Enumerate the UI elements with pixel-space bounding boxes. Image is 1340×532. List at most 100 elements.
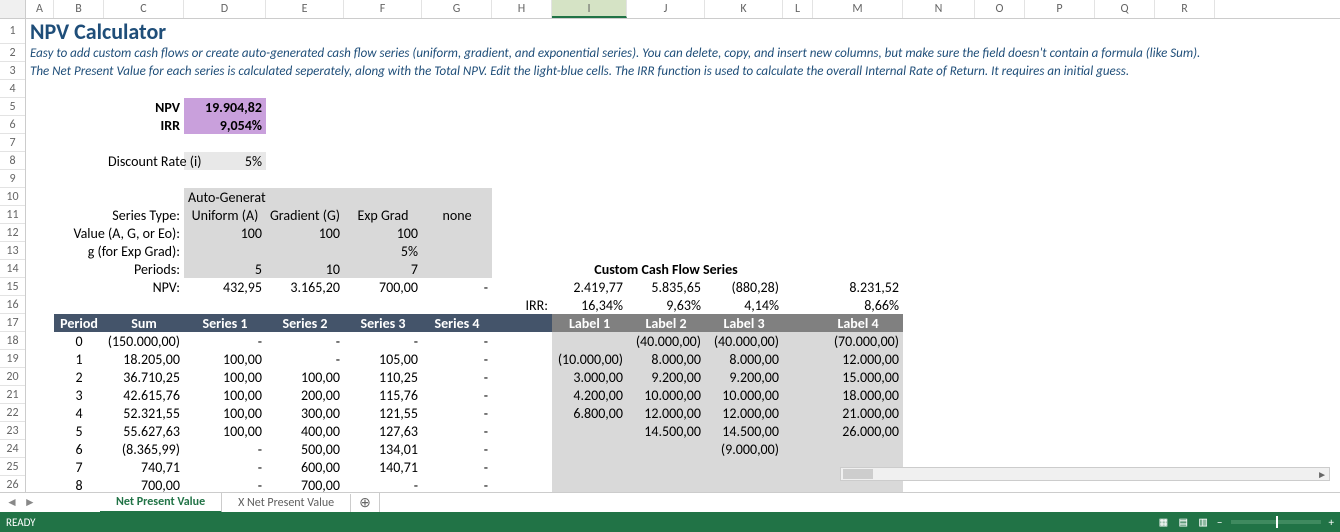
cell[interactable]	[1095, 206, 1155, 224]
cell[interactable]	[627, 80, 705, 98]
cell[interactable]	[903, 260, 975, 278]
cell[interactable]	[783, 476, 813, 493]
cell[interactable]	[903, 19, 975, 44]
cell[interactable]	[492, 134, 552, 152]
cell[interactable]	[492, 152, 552, 170]
cell[interactable]	[552, 44, 627, 62]
cell[interactable]	[783, 278, 813, 296]
cell[interactable]	[627, 458, 705, 476]
cell[interactable]	[705, 19, 783, 44]
cell[interactable]: 8.231,52	[813, 278, 903, 296]
cell[interactable]: 6.800,00	[552, 404, 627, 422]
cell[interactable]	[552, 152, 627, 170]
cell[interactable]	[903, 98, 975, 116]
cell[interactable]: 14.500,00	[705, 422, 783, 440]
cell[interactable]: 432,95	[184, 278, 266, 296]
cell[interactable]	[705, 458, 783, 476]
col-header[interactable]: O	[975, 0, 1025, 18]
cell[interactable]: 3.165,20	[266, 278, 344, 296]
cell[interactable]	[492, 422, 552, 440]
cell[interactable]	[783, 458, 813, 476]
cell[interactable]	[1025, 152, 1095, 170]
cell[interactable]	[1095, 422, 1155, 440]
cell[interactable]	[783, 332, 813, 350]
cell[interactable]: 10	[266, 260, 344, 278]
cell[interactable]: -	[184, 476, 266, 493]
cell[interactable]	[1025, 188, 1095, 206]
cell[interactable]: 100,00	[266, 368, 344, 386]
cell[interactable]	[54, 62, 104, 80]
cell[interactable]	[26, 458, 54, 476]
cell[interactable]	[26, 206, 54, 224]
cell[interactable]	[903, 278, 975, 296]
cell[interactable]	[104, 80, 184, 98]
cell[interactable]	[705, 188, 783, 206]
cell[interactable]	[26, 476, 54, 493]
cell[interactable]: 12.000,00	[627, 404, 705, 422]
cell[interactable]: 600,00	[266, 458, 344, 476]
col-header[interactable]: B	[54, 0, 104, 18]
cell[interactable]	[813, 44, 903, 62]
cell[interactable]: 21.000,00	[813, 404, 903, 422]
col-header[interactable]: C	[104, 0, 184, 18]
cell[interactable]	[903, 350, 975, 368]
zoom-in-button[interactable]: +	[1329, 516, 1334, 529]
cell[interactable]	[975, 206, 1025, 224]
cell[interactable]	[783, 404, 813, 422]
cell[interactable]	[184, 242, 266, 260]
cell[interactable]	[552, 458, 627, 476]
cell[interactable]: 6	[54, 440, 104, 458]
cell[interactable]: 400,00	[266, 422, 344, 440]
cell[interactable]	[1095, 62, 1155, 80]
cell[interactable]	[1095, 152, 1155, 170]
cell[interactable]	[627, 19, 705, 44]
cell[interactable]: Series 3	[344, 314, 422, 332]
cell[interactable]	[903, 134, 975, 152]
cell[interactable]	[26, 368, 54, 386]
scrollbar-thumb[interactable]	[843, 469, 873, 479]
cell[interactable]	[54, 19, 104, 44]
cell[interactable]: -	[344, 332, 422, 350]
cell[interactable]	[492, 170, 552, 188]
col-header[interactable]: E	[266, 0, 344, 18]
cell[interactable]	[1155, 368, 1215, 386]
cell[interactable]: (70.000,00)	[813, 332, 903, 350]
cell[interactable]: (880,28)	[705, 278, 783, 296]
cell[interactable]	[627, 206, 705, 224]
cell[interactable]: 121,55	[344, 404, 422, 422]
cell[interactable]: -	[422, 476, 492, 493]
cell[interactable]	[552, 332, 627, 350]
cell[interactable]: -	[422, 458, 492, 476]
cell[interactable]	[26, 152, 54, 170]
row-header[interactable]: 10	[0, 188, 25, 206]
cell[interactable]	[783, 80, 813, 98]
cell[interactable]	[975, 296, 1025, 314]
col-header[interactable]: A	[26, 0, 54, 18]
cell[interactable]	[266, 134, 344, 152]
cell[interactable]	[1155, 80, 1215, 98]
cell[interactable]	[783, 206, 813, 224]
cell[interactable]	[975, 80, 1025, 98]
cell[interactable]	[975, 332, 1025, 350]
cell[interactable]	[54, 278, 104, 296]
cell[interactable]	[552, 224, 627, 242]
cell[interactable]	[26, 116, 54, 134]
cell[interactable]	[1095, 224, 1155, 242]
cell[interactable]: 15.000,00	[813, 368, 903, 386]
cell[interactable]	[705, 260, 783, 278]
row-header[interactable]: 21	[0, 386, 25, 404]
cell[interactable]	[1155, 134, 1215, 152]
cell[interactable]	[903, 170, 975, 188]
cell[interactable]	[975, 44, 1025, 62]
cell[interactable]: 100	[266, 224, 344, 242]
cell[interactable]	[783, 62, 813, 80]
cell[interactable]	[975, 98, 1025, 116]
cell[interactable]	[422, 80, 492, 98]
spreadsheet-grid[interactable]: NPV CalculatorEasy to add custom cash fl…	[26, 19, 1340, 493]
cell[interactable]	[1095, 386, 1155, 404]
cell[interactable]	[422, 62, 492, 80]
cell[interactable]	[552, 80, 627, 98]
tab-x-net-present-value[interactable]: X Net Present Value	[222, 494, 351, 512]
cell[interactable]	[1095, 350, 1155, 368]
cell[interactable]	[903, 332, 975, 350]
